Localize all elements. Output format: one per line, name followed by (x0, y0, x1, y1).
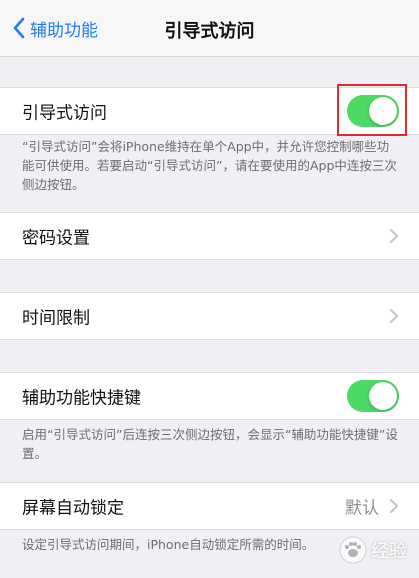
auto-lock-label: 屏幕自动锁定 (22, 498, 124, 519)
guided-access-footnote: “引导式访问”会将iPhone维持在单个App中，并允许您控制哪些功能可供使用。… (22, 139, 397, 192)
watermark: 经验 (339, 536, 407, 564)
auto-lock-row[interactable]: 屏幕自动锁定 默认 (0, 482, 419, 530)
time-limits-label: 时间限制 (22, 308, 90, 329)
chevron-right-icon (390, 309, 398, 323)
highlight-box (337, 84, 407, 136)
chevron-right-icon (390, 229, 398, 243)
passcode-settings-row[interactable]: 密码设置 (0, 212, 419, 260)
auto-lock-value: 默认 (345, 498, 379, 519)
accessibility-shortcut-toggle[interactable] (347, 380, 399, 412)
accessibility-shortcut-label: 辅助功能快捷键 (22, 388, 141, 409)
accessibility-shortcut-row: 辅助功能快捷键 (0, 372, 419, 420)
page-title: 引导式访问 (164, 21, 255, 42)
navigation-bar: 辅助功能 引导式访问 (0, 0, 419, 57)
paw-icon (339, 536, 367, 564)
accessibility-shortcut-footnote: 启用“引导式访问”后连按三次侧边按钮，会显示“辅助功能快捷键”设置。 (22, 427, 398, 461)
passcode-settings-label: 密码设置 (22, 228, 90, 249)
time-limits-row[interactable]: 时间限制 (0, 292, 419, 340)
guided-access-label: 引导式访问 (22, 103, 107, 124)
chevron-right-icon (390, 499, 398, 513)
watermark-text: 经验 (371, 541, 407, 562)
toggle-knob (369, 382, 397, 410)
